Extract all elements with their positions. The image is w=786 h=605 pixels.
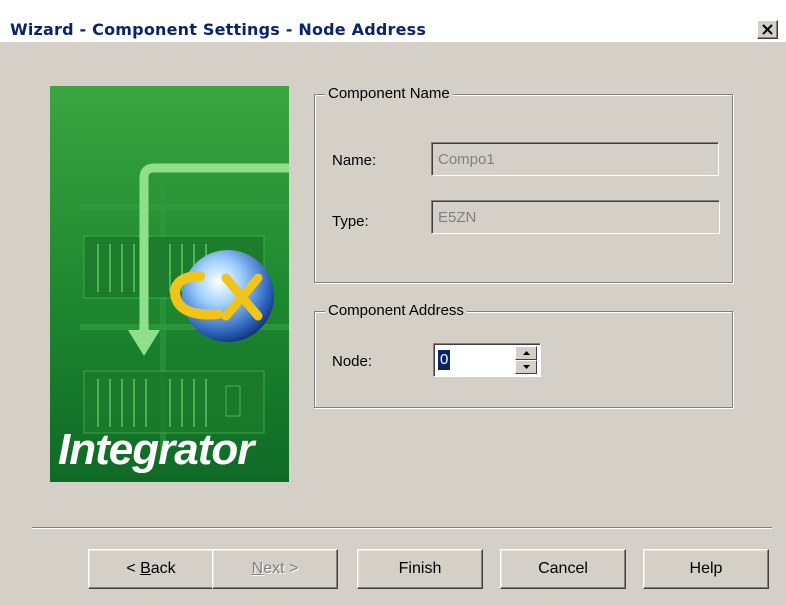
arrow-down-icon <box>522 365 530 369</box>
node-spin-buttons <box>515 346 537 374</box>
component-address-legend: Component Address <box>325 302 467 319</box>
finish-button[interactable]: Finish <box>357 549 483 589</box>
type-field[interactable]: E5ZN <box>431 200 720 234</box>
name-field[interactable]: Compo1 <box>431 142 719 176</box>
component-name-group: Component Name <box>314 85 733 283</box>
node-input[interactable]: 0 <box>438 350 451 370</box>
next-rest: ext > <box>263 560 299 577</box>
close-button[interactable] <box>757 20 778 39</box>
node-label: Node: <box>332 353 373 370</box>
arrow-up-icon <box>522 351 530 355</box>
type-label: Type: <box>332 213 369 230</box>
spin-down-button[interactable] <box>515 360 537 374</box>
back-button[interactable]: < Back <box>88 549 214 589</box>
help-button[interactable]: Help <box>643 549 769 589</box>
spin-up-button[interactable] <box>515 346 537 360</box>
cancel-button[interactable]: Cancel <box>500 549 626 589</box>
next-button[interactable]: Next > <box>212 549 338 589</box>
back-rest: ack <box>150 560 176 577</box>
back-prefix: < <box>126 560 141 577</box>
close-icon <box>762 24 773 35</box>
node-spinbox[interactable]: 0 <box>433 343 541 377</box>
wizard-banner-image: Integrator <box>50 86 289 482</box>
back-mnemonic: B <box>140 560 151 577</box>
next-mnemonic: N <box>251 560 264 577</box>
name-label: Name: <box>332 152 377 169</box>
title-bar: Wizard - Component Settings - Node Addre… <box>0 0 786 42</box>
component-name-legend: Component Name <box>325 85 453 102</box>
wizard-dialog: Wizard - Component Settings - Node Addre… <box>0 0 786 605</box>
integrator-brand-text: Integrator <box>58 425 257 474</box>
button-separator <box>32 527 772 529</box>
window-title: Wizard - Component Settings - Node Addre… <box>10 20 427 39</box>
